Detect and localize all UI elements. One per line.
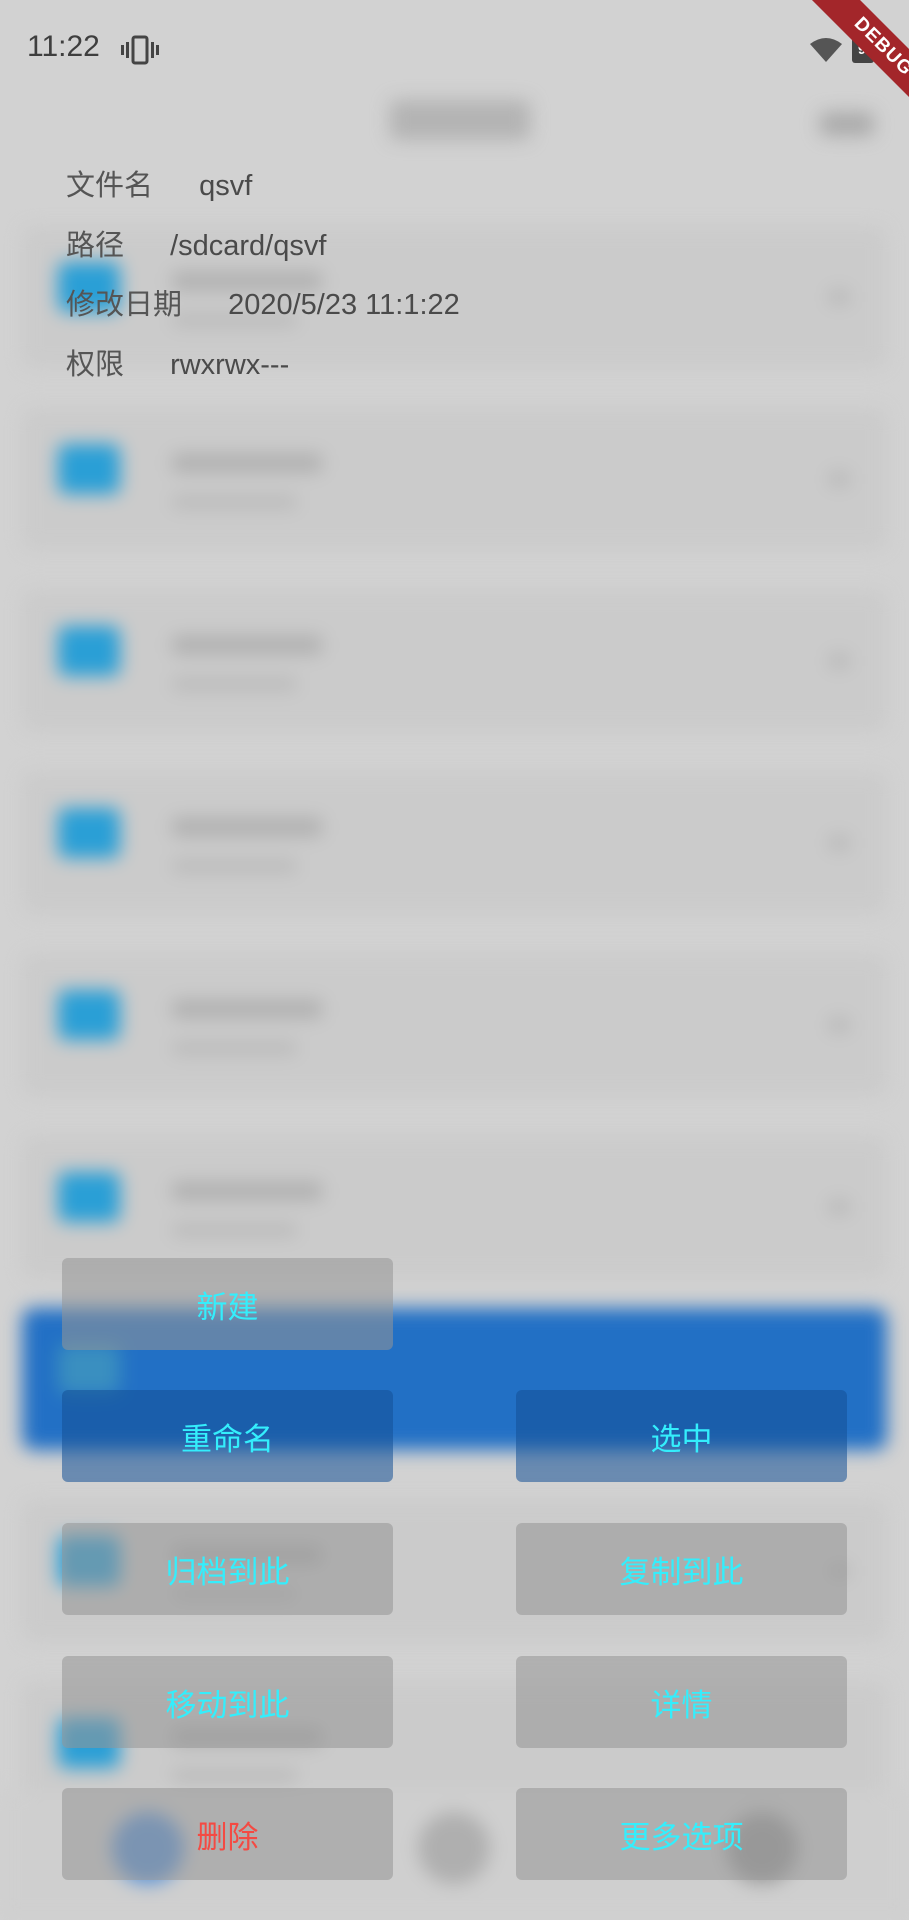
details-button[interactable]: 详情 (516, 1656, 847, 1748)
select-button[interactable]: 选中 (516, 1390, 847, 1482)
chevron-icon (829, 1200, 849, 1214)
vibrate-icon (121, 35, 159, 65)
blurred-line (172, 1042, 297, 1054)
blurred-list-item (22, 408, 887, 550)
blurred-line (172, 1182, 322, 1200)
blurred-line (172, 454, 322, 472)
detail-label: 路径 (66, 230, 125, 262)
chevron-icon (829, 654, 849, 668)
more-options-button[interactable]: 更多选项 (516, 1788, 847, 1880)
chevron-icon (829, 1018, 849, 1032)
folder-icon (58, 626, 120, 676)
detail-row-filename: 文件名 qsvf (66, 162, 252, 204)
folder-icon (58, 990, 120, 1040)
blurred-line (172, 1000, 322, 1018)
status-time: 11:22 (27, 30, 100, 63)
archive-here-button[interactable]: 归档到此 (62, 1523, 393, 1615)
detail-row-path: 路径 /sdcard/qsvf (66, 222, 326, 264)
copy-here-button[interactable]: 复制到此 (516, 1523, 847, 1615)
debug-banner: DEBUG (789, 0, 909, 120)
blurred-line (172, 860, 297, 872)
blurred-list-item (22, 772, 887, 914)
blurred-line (172, 818, 322, 836)
blurred-app-title (390, 100, 530, 140)
new-button[interactable]: 新建 (62, 1258, 393, 1350)
blurred-list-item (22, 954, 887, 1096)
folder-icon (58, 1172, 120, 1222)
chevron-icon (829, 472, 849, 486)
debug-banner-label: DEBUG (807, 0, 909, 120)
blurred-list-item (22, 1136, 887, 1278)
folder-icon (58, 1344, 120, 1394)
move-here-button[interactable]: 移动到此 (62, 1656, 393, 1748)
detail-label: 修改日期 (66, 289, 183, 321)
chevron-icon (829, 290, 849, 304)
folder-icon (58, 808, 120, 858)
detail-row-permissions: 权限 rwxrwx--- (66, 341, 289, 383)
detail-row-modified-date: 修改日期 2020/5/23 11:1:22 (66, 281, 460, 323)
chevron-icon (829, 836, 849, 850)
delete-button[interactable]: 删除 (62, 1788, 393, 1880)
blurred-line (172, 1770, 297, 1782)
folder-icon (58, 444, 120, 494)
blurred-list-item (22, 590, 887, 732)
detail-label: 权限 (66, 349, 125, 381)
blurred-line (172, 636, 322, 654)
detail-value: 2020/5/23 11:1:22 (228, 289, 460, 321)
blurred-line (172, 1224, 297, 1236)
detail-value: /sdcard/qsvf (170, 230, 327, 262)
blurred-line (172, 678, 297, 690)
detail-value: rwxrwx--- (170, 349, 290, 381)
nav-center-icon (418, 1812, 490, 1884)
detail-label: 文件名 (66, 170, 154, 202)
blurred-line (172, 496, 297, 508)
rename-button[interactable]: 重命名 (62, 1390, 393, 1482)
detail-value: qsvf (199, 170, 253, 202)
